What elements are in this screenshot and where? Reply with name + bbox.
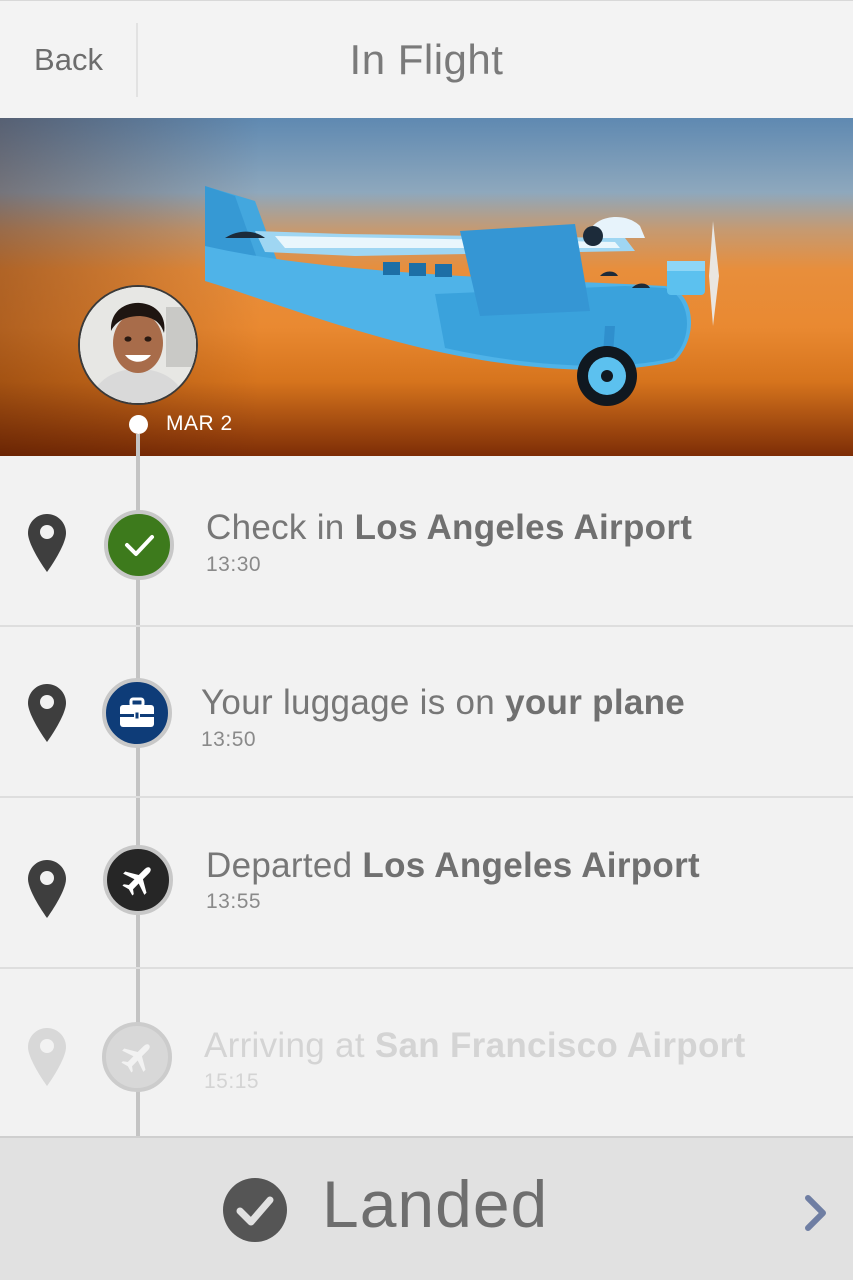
checkmark-icon bbox=[125, 535, 154, 556]
back-button[interactable]: Back bbox=[0, 1, 137, 119]
flight-status-bar[interactable]: Landed bbox=[0, 1136, 853, 1280]
location-pin-icon[interactable] bbox=[28, 860, 66, 918]
event-text: Departed Los Angeles Airport bbox=[206, 846, 700, 886]
timeline-item[interactable]: Arriving at San Francisco Airport 15:15 bbox=[0, 969, 853, 1140]
traveler-portrait bbox=[80, 287, 196, 403]
event-prefix: Check in bbox=[206, 508, 355, 547]
location-pin-icon[interactable] bbox=[28, 684, 66, 742]
airplane-icon bbox=[121, 1044, 150, 1073]
timeline-item[interactable]: Your luggage is on your plane 13:50 bbox=[0, 627, 853, 798]
status-badge bbox=[102, 1022, 172, 1092]
event-time: 13:30 bbox=[206, 553, 262, 576]
event-prefix: Departed bbox=[206, 846, 363, 885]
flight-status-label: Landed bbox=[322, 1167, 549, 1241]
traveler-avatar[interactable] bbox=[80, 287, 196, 403]
event-place: your plane bbox=[505, 683, 686, 722]
event-time: 13:50 bbox=[201, 728, 257, 751]
back-divider bbox=[136, 23, 138, 97]
timeline-item[interactable]: Check in Los Angeles Airport 13:30 bbox=[0, 456, 853, 627]
airplane-illustration bbox=[205, 186, 719, 406]
location-pin-icon[interactable] bbox=[28, 1028, 66, 1086]
event-prefix: Arriving at bbox=[204, 1026, 375, 1065]
flight-date: MAR 2 bbox=[166, 412, 233, 435]
event-prefix: Your luggage is on bbox=[201, 683, 506, 722]
event-place: San Francisco Airport bbox=[374, 1026, 746, 1065]
timeline-start-dot bbox=[129, 415, 148, 434]
event-text: Your luggage is on your plane bbox=[201, 683, 685, 723]
timeline-item[interactable]: Departed Los Angeles Airport 13:55 bbox=[0, 798, 853, 969]
location-pin-icon[interactable] bbox=[28, 514, 66, 572]
chevron-right-icon[interactable] bbox=[803, 1194, 829, 1232]
briefcase-icon bbox=[120, 697, 154, 727]
top-bar: Back In Flight bbox=[0, 0, 853, 118]
status-badge bbox=[103, 845, 173, 915]
event-text: Check in Los Angeles Airport bbox=[206, 508, 692, 548]
event-place: Los Angeles Airport bbox=[354, 508, 693, 547]
airplane-icon bbox=[122, 867, 151, 896]
status-badge bbox=[104, 510, 174, 580]
event-time: 15:15 bbox=[204, 1070, 260, 1093]
event-place: Los Angeles Airport bbox=[362, 846, 700, 885]
event-time: 13:55 bbox=[206, 890, 262, 913]
status-badge bbox=[102, 678, 172, 748]
check-circle-icon bbox=[223, 1178, 287, 1242]
event-text: Arriving at San Francisco Airport bbox=[204, 1026, 746, 1066]
